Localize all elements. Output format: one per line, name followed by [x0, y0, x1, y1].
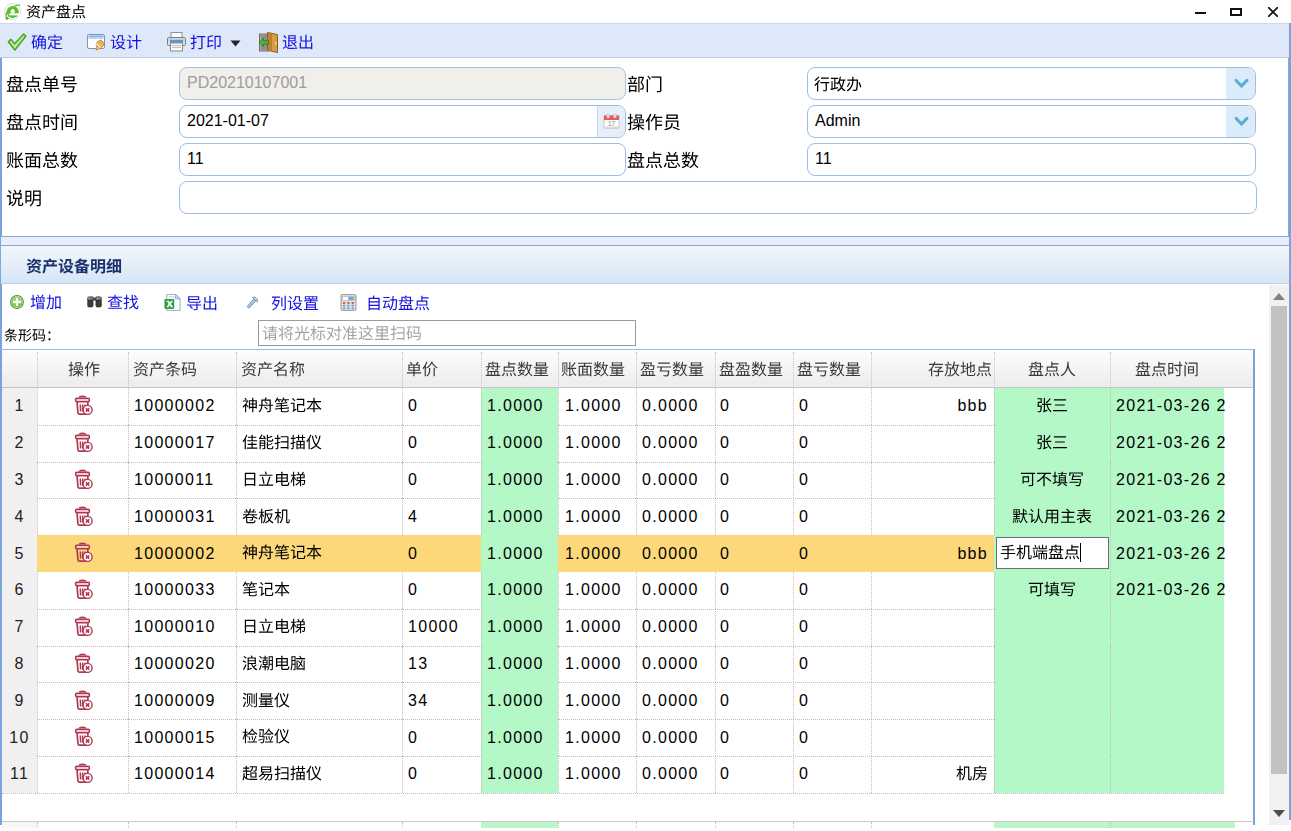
- svg-text:17: 17: [608, 120, 616, 127]
